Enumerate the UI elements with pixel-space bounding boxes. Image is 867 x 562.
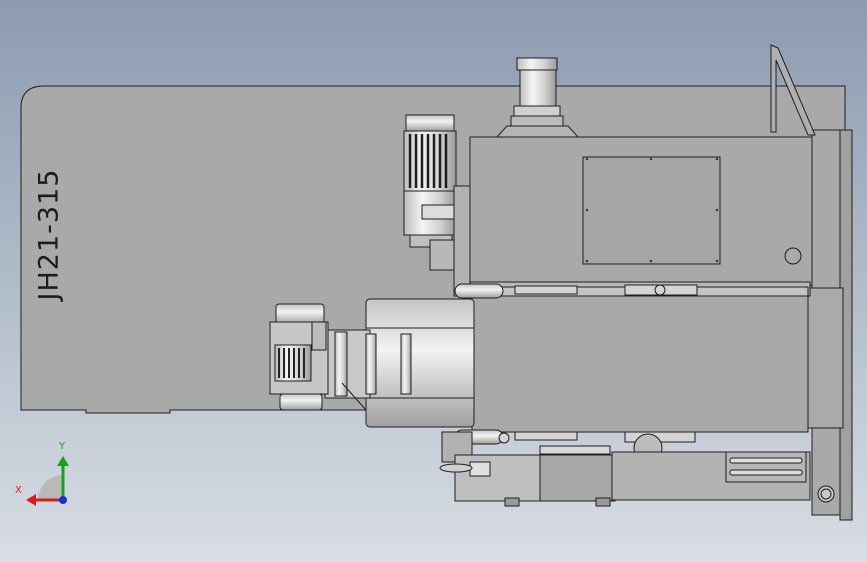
drain-port [817, 485, 835, 503]
control-panel-cover [582, 156, 721, 265]
slot-plate [725, 451, 807, 483]
coordinate-triad [26, 456, 69, 506]
y-axis-label: Y [59, 441, 66, 452]
flywheel [365, 298, 475, 428]
press-machine-drawing [20, 44, 853, 521]
x-axis-label: X [15, 485, 22, 496]
lower-motor [269, 303, 329, 411]
cad-viewport[interactable]: JH21-315 Y X [0, 0, 867, 562]
slide-block [471, 295, 809, 433]
model-label: JH21-315 [33, 168, 65, 300]
indicator-circle [784, 247, 802, 265]
